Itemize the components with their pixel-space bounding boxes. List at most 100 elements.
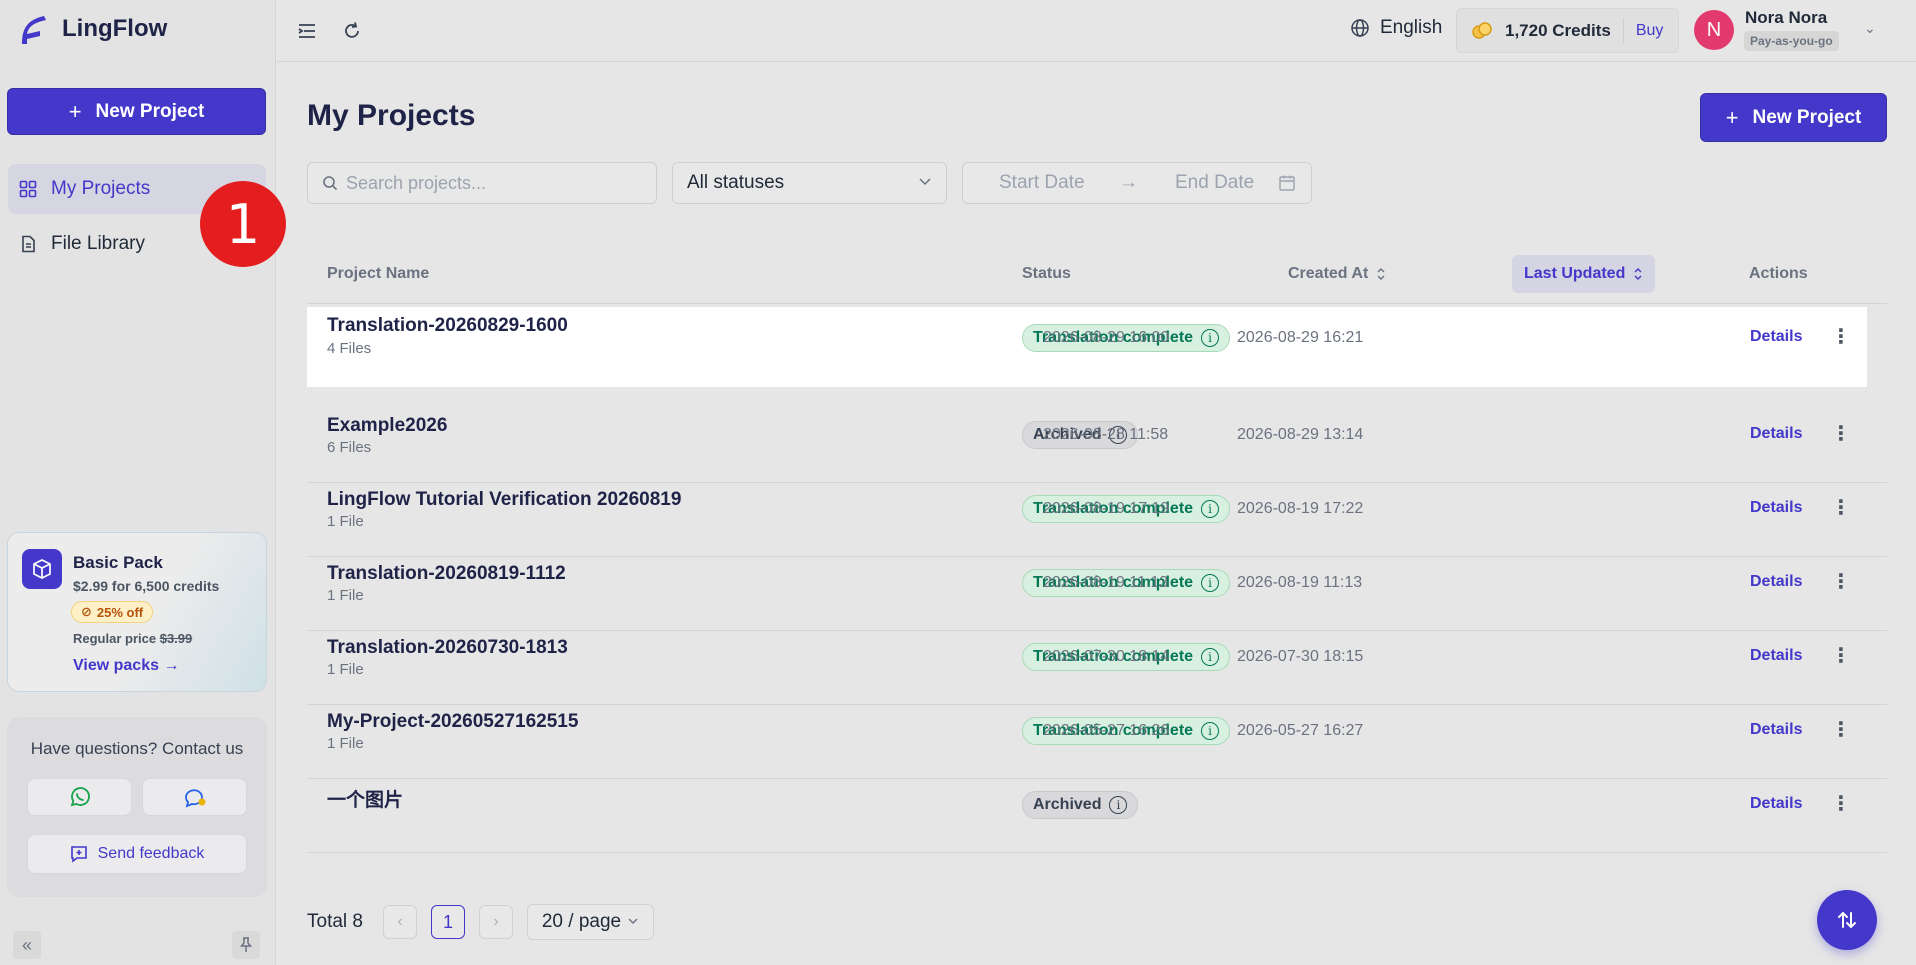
more-options-icon[interactable]: ⋮ [1831, 643, 1851, 668]
refresh-icon[interactable] [339, 18, 365, 44]
sidebar: LingFlow + New Project My Projects File … [0, 0, 276, 965]
page-title: My Projects [307, 99, 476, 132]
details-link[interactable]: Details [1750, 328, 1802, 346]
new-project-button[interactable]: + New Project [1700, 93, 1887, 142]
info-icon[interactable]: i [1201, 329, 1220, 347]
whatsapp-button[interactable] [27, 778, 132, 816]
whatsapp-icon [70, 787, 90, 807]
info-icon[interactable]: i [1201, 648, 1220, 666]
project-name[interactable]: Translation-20260819-1112 [327, 563, 566, 585]
prev-page-button[interactable]: ‹ [382, 905, 417, 939]
credits-widget: 1,720 Credits Buy [1456, 8, 1679, 53]
last-updated: 2026-08-29 16:21 [1237, 329, 1364, 346]
collapse-sidebar-icon[interactable]: « [13, 931, 41, 959]
more-options-icon[interactable]: ⋮ [1831, 495, 1851, 520]
last-updated: 2026-08-19 11:13 [1237, 574, 1363, 591]
file-count: 1 File [327, 513, 364, 530]
last-updated: 2026-08-19 17:22 [1237, 500, 1364, 517]
arrow-right-icon: → [1119, 172, 1138, 193]
more-options-icon[interactable]: ⋮ [1831, 791, 1851, 816]
column-label: Created At [1288, 265, 1369, 282]
file-count: 1 File [327, 661, 364, 678]
app-logo[interactable]: LingFlow [18, 12, 167, 46]
more-options-icon[interactable]: ⋮ [1831, 421, 1851, 446]
coins-icon [1472, 21, 1492, 39]
info-icon[interactable]: i [1201, 722, 1220, 740]
project-name[interactable]: Translation-20260829-1600 [327, 315, 568, 337]
sidebar-new-project-button[interactable]: + New Project [7, 88, 266, 135]
more-options-icon[interactable]: ⋮ [1831, 569, 1851, 594]
chevron-down-icon [627, 915, 639, 930]
view-packs-label: View packs [73, 657, 159, 674]
last-updated: 2026-07-30 18:15 [1237, 648, 1364, 665]
date-range-picker[interactable]: Start Date → End Date [962, 162, 1312, 204]
avatar[interactable]: N [1694, 10, 1734, 50]
info-icon[interactable]: i [1201, 574, 1220, 592]
details-link[interactable]: Details [1750, 499, 1802, 517]
document-icon [22, 235, 35, 253]
chat-button[interactable] [142, 778, 247, 816]
details-link[interactable]: Details [1750, 795, 1802, 813]
plan-badge: Pay-as-you-go [1744, 31, 1839, 51]
page-size-select[interactable]: 20 / page [526, 904, 654, 940]
discount-label: 25% off [96, 604, 144, 620]
created-at: 2026-08-29 16:00 [1043, 329, 1170, 346]
details-link[interactable]: Details [1750, 425, 1802, 443]
last-updated: 2026-08-29 13:14 [1237, 426, 1364, 443]
sort-icon [1376, 267, 1386, 281]
column-project-name: Project Name [327, 265, 430, 282]
chat-icon [184, 789, 205, 808]
created-at: 2026-08-28 11:58 [1043, 426, 1169, 443]
info-icon[interactable]: i [1201, 500, 1220, 518]
info-icon[interactable]: i [1109, 796, 1128, 814]
promo-card: Basic Pack $2.99 for 6,500 credits ⊘ 25%… [7, 532, 267, 692]
sidebar-item-label: My Projects [51, 178, 151, 199]
page-button-current[interactable]: 1 [430, 905, 465, 939]
next-page-button[interactable]: › [478, 905, 513, 939]
language-label: English [1380, 17, 1443, 38]
project-name[interactable]: LingFlow Tutorial Verification 20260819 [327, 489, 681, 511]
language-selector[interactable]: English [1350, 17, 1442, 39]
project-name[interactable]: 一个图片 [327, 785, 403, 812]
user-name[interactable]: Nora Nora [1745, 8, 1827, 28]
created-at: 2026-07-30 18:14 [1043, 648, 1170, 665]
column-last-updated[interactable]: Last Updated [1512, 255, 1656, 293]
file-count: 6 Files [327, 439, 372, 456]
search-input[interactable] [346, 172, 646, 194]
menu-toggle-icon[interactable] [294, 18, 320, 44]
details-link[interactable]: Details [1750, 721, 1802, 739]
last-updated: 2026-05-27 16:27 [1237, 722, 1364, 739]
more-options-icon[interactable]: ⋮ [1831, 324, 1851, 349]
buy-credits-button[interactable]: Buy [1636, 22, 1664, 40]
table-row[interactable]: Translation-20260829-1600 4 Files Transl… [307, 307, 1867, 387]
project-name[interactable]: My-Project-20260527162515 [327, 711, 578, 733]
sort-toggle-fab[interactable] [1817, 890, 1877, 950]
total-count: Total 8 [307, 911, 363, 932]
status-badge: Archived i [1022, 791, 1139, 819]
project-name[interactable]: Translation-20260730-1813 [327, 637, 568, 659]
search-icon [323, 176, 338, 191]
app-name: LingFlow [62, 15, 168, 42]
pin-icon[interactable] [232, 931, 260, 959]
pagination: Total 8 ‹ 1 › 20 / page [307, 904, 654, 940]
globe-icon [1351, 19, 1369, 37]
send-feedback-button[interactable]: Send feedback [27, 834, 247, 874]
file-count: 1 File [327, 735, 364, 752]
more-options-icon[interactable]: ⋮ [1831, 717, 1851, 742]
column-created-at[interactable]: Created At [1288, 255, 1386, 293]
chevron-down-icon[interactable]: ⌄ [1864, 20, 1876, 37]
divider [1622, 17, 1624, 44]
send-feedback-label: Send feedback [97, 845, 205, 862]
start-date-field[interactable]: Start Date [999, 172, 1085, 194]
project-name[interactable]: Example2026 [327, 415, 447, 437]
created-at: 2026-08-19 17:19 [1043, 500, 1170, 517]
end-date-field[interactable]: End Date [1175, 172, 1254, 194]
chevron-down-icon [918, 174, 932, 191]
status-filter-select[interactable]: All statuses [672, 162, 947, 204]
table-row[interactable]: 一个图片 Archived i Details ⋮ [307, 763, 1887, 853]
regular-price: Regular price $3.99 [73, 631, 192, 646]
page-size-value: 20 / page [541, 911, 622, 932]
details-link[interactable]: Details [1750, 573, 1802, 591]
view-packs-link[interactable]: View packs → [73, 657, 179, 675]
details-link[interactable]: Details [1750, 647, 1802, 665]
